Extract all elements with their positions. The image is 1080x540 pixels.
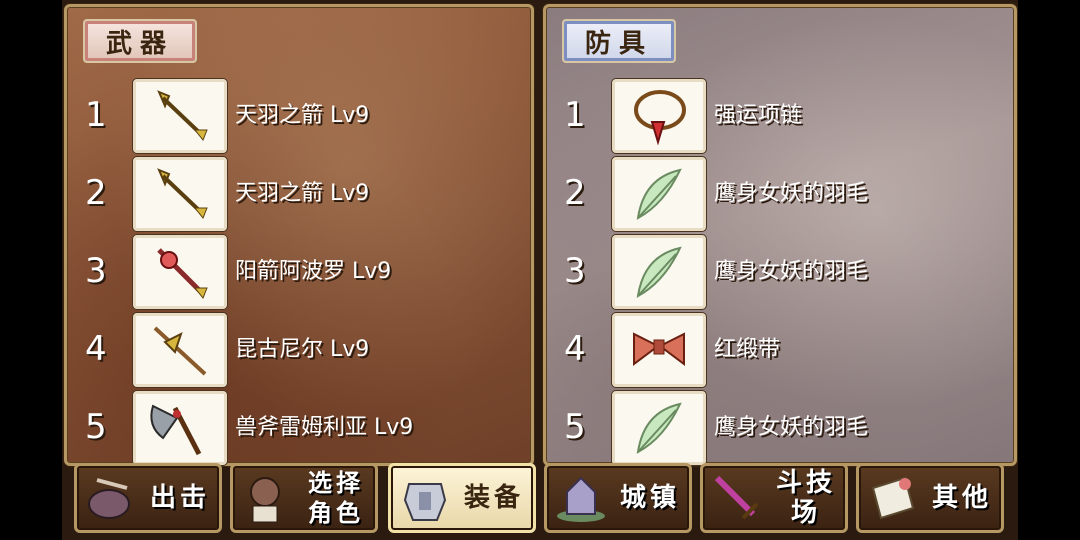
- spear-icon: [133, 313, 227, 387]
- weapon-slot-5[interactable]: 5 兽斧雷姆利亚 Lv9: [67, 391, 531, 465]
- tab-label: 城镇: [619, 483, 680, 513]
- item-name: 昆古尼尔 Lv9: [235, 337, 370, 362]
- sortie-icon: [81, 468, 141, 528]
- slot-number: 5: [85, 407, 107, 447]
- weapon-slot-3[interactable]: 3 阳箭阿波罗 Lv9: [67, 235, 531, 309]
- weapon-slot-2[interactable]: 2 天羽之箭 Lv9: [67, 157, 531, 231]
- weapon-slot-1[interactable]: 1 天羽之箭 Lv9: [67, 79, 531, 153]
- town-icon: [551, 468, 611, 528]
- axe-icon: [133, 391, 227, 465]
- item-name: 兽斧雷姆利亚 Lv9: [235, 415, 414, 440]
- armor-slot-4[interactable]: 4 红缎带: [546, 313, 1014, 387]
- item-name: 红缎带: [714, 337, 781, 362]
- tab-town[interactable]: 城镇: [544, 463, 692, 533]
- item-name: 鹰身女妖的羽毛: [714, 415, 869, 440]
- ribbon-icon: [612, 313, 706, 387]
- tab-label-line2: 角色: [308, 499, 364, 527]
- tab-label: 装备: [463, 483, 524, 513]
- armor-slot-1[interactable]: 1 强运项链: [546, 79, 1014, 153]
- tab-equipment[interactable]: 装备: [388, 463, 536, 533]
- slot-number: 5: [564, 407, 586, 447]
- feather-icon: [612, 157, 706, 231]
- weapons-panel-title: 武器: [83, 19, 197, 63]
- arrow-weapon-icon: [133, 157, 227, 231]
- sword-icon: [707, 468, 767, 528]
- feather-icon: [612, 235, 706, 309]
- tab-label-line1: 选择: [308, 469, 364, 497]
- tab-label: 选择 角色: [297, 468, 375, 528]
- armor-panel: 防具 1 强运项链 2 鹰身女妖的羽毛 3 鹰身女妖的羽毛 4 红缎带 5 鹰身…: [543, 4, 1017, 466]
- slot-number: 1: [85, 95, 107, 135]
- armor-slot-2[interactable]: 2 鹰身女妖的羽毛: [546, 157, 1014, 231]
- armor-slot-3[interactable]: 3 鹰身女妖的羽毛: [546, 235, 1014, 309]
- feather-icon: [612, 391, 706, 465]
- armor-slot-5[interactable]: 5 鹰身女妖的羽毛: [546, 391, 1014, 465]
- item-name: 鹰身女妖的羽毛: [714, 259, 869, 284]
- slot-number: 1: [564, 95, 586, 135]
- tab-other[interactable]: 其他: [856, 463, 1004, 533]
- slot-number: 3: [85, 251, 107, 291]
- tab-label: 其他: [931, 483, 992, 513]
- bottom-menu: 出击 选择 角色 装备 城镇 斗技场 其他: [66, 463, 1016, 537]
- necklace-icon: [612, 79, 706, 153]
- arrow-weapon-icon: [133, 79, 227, 153]
- slot-number: 2: [564, 173, 586, 213]
- item-name: 天羽之箭 Lv9: [235, 103, 370, 128]
- tab-label: 出击: [149, 483, 210, 513]
- slot-number: 3: [564, 251, 586, 291]
- tab-sortie[interactable]: 出击: [74, 463, 222, 533]
- slot-number: 4: [564, 329, 586, 369]
- tab-arena[interactable]: 斗技场: [700, 463, 848, 533]
- item-name: 鹰身女妖的羽毛: [714, 181, 869, 206]
- weapon-slot-4[interactable]: 4 昆古尼尔 Lv9: [67, 313, 531, 387]
- slot-number: 2: [85, 173, 107, 213]
- character-icon: [237, 468, 297, 528]
- scroll-icon: [863, 468, 923, 528]
- sun-arrow-icon: [133, 235, 227, 309]
- armor-equip-icon: [395, 468, 455, 528]
- tab-select-character[interactable]: 选择 角色: [230, 463, 378, 533]
- item-name: 强运项链: [714, 103, 803, 128]
- item-name: 天羽之箭 Lv9: [235, 181, 370, 206]
- slot-number: 4: [85, 329, 107, 369]
- weapons-panel: 武器 1 天羽之箭 Lv9 2 天羽之箭 Lv9 3 阳箭阿波罗 Lv9 4 昆…: [64, 4, 534, 466]
- tab-label: 斗技场: [775, 468, 836, 528]
- item-name: 阳箭阿波罗 Lv9: [235, 259, 392, 284]
- armor-panel-title: 防具: [562, 19, 676, 63]
